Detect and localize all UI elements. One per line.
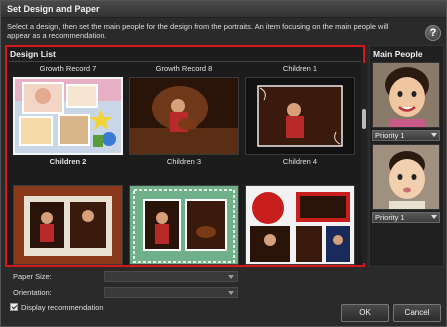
dialog-title: Set Design and Paper [7, 4, 100, 14]
design-list-panel: Design List Growth Record 7 Growth Recor… [5, 45, 367, 267]
portrait-image [373, 63, 439, 127]
design-list-heading: Design List [10, 49, 56, 59]
design-label-children-3: Children 3 [166, 157, 202, 166]
portrait-image [373, 145, 439, 209]
design-label-children-4: Children 4 [282, 157, 318, 166]
paper-size-label: Paper Size: [13, 272, 52, 281]
person-portrait-1[interactable] [372, 62, 440, 128]
design-preview-image [15, 79, 121, 153]
design-preview-image [14, 186, 122, 264]
scrollbar-thumb[interactable] [362, 109, 366, 129]
chevron-down-icon [431, 215, 437, 219]
instruction-text: Select a design, then set the main peopl… [7, 22, 389, 40]
priority-value: Priority 1 [375, 131, 405, 140]
priority-value: Priority 1 [375, 213, 405, 222]
design-thumbnail-5[interactable] [129, 185, 239, 265]
priority-select-1[interactable]: Priority 1 [372, 130, 440, 141]
main-people-panel: Main People Priority 1 Priority 1 [369, 45, 444, 267]
set-design-dialog: Set Design and Paper Select a design, th… [0, 0, 447, 327]
design-thumbnail-4[interactable] [13, 185, 123, 265]
orientation-label: Orientation: [13, 288, 52, 297]
design-grid: Growth Record 7 Growth Record 8 Children… [7, 63, 357, 265]
display-recommendation-checkbox[interactable] [10, 303, 18, 311]
question-mark-icon[interactable]: ? [425, 25, 441, 41]
design-title-growth-record-8: Growth Record 8 [155, 64, 213, 73]
divider [9, 61, 361, 62]
design-title-growth-record-7: Growth Record 7 [39, 64, 97, 73]
design-preview-image [246, 78, 354, 154]
design-preview-image [246, 186, 354, 264]
display-recommendation-label[interactable]: Display recommendation [21, 303, 104, 312]
design-thumbnail-children-4[interactable] [245, 77, 355, 155]
orientation-select[interactable] [104, 287, 238, 298]
design-list-scrollbar[interactable] [361, 63, 367, 263]
design-preview-image [130, 78, 238, 154]
main-people-heading: Main People [373, 49, 423, 59]
ok-button[interactable]: OK [341, 304, 389, 322]
chevron-down-icon [431, 133, 437, 137]
chevron-down-icon [228, 275, 234, 279]
design-thumbnail-6[interactable] [245, 185, 355, 265]
design-preview-image [130, 186, 238, 264]
design-title-children-1: Children 1 [282, 64, 318, 73]
design-label-children-2: Children 2 [49, 157, 87, 166]
paper-size-select[interactable] [104, 271, 238, 282]
design-thumbnail-children-2[interactable] [13, 77, 123, 155]
cancel-button[interactable]: Cancel [393, 304, 441, 322]
title-bar: Set Design and Paper [1, 1, 446, 18]
priority-select-2[interactable]: Priority 1 [372, 212, 440, 223]
chevron-down-icon [228, 291, 234, 295]
design-thumbnail-children-3[interactable] [129, 77, 239, 155]
person-portrait-2[interactable] [372, 144, 440, 210]
